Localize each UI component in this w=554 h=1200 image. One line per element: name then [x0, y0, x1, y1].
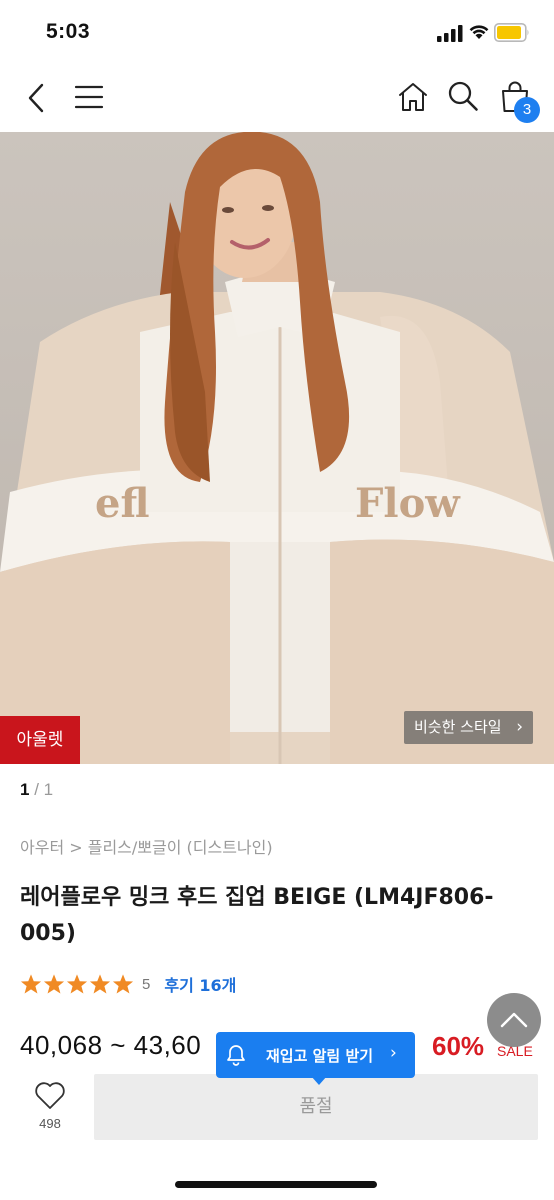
garment-print-right: Flow	[355, 480, 461, 527]
wishlist-button[interactable]: 498	[18, 1080, 82, 1140]
search-icon[interactable]	[447, 80, 479, 112]
image-pagination: 1 / 1	[20, 780, 53, 800]
top-navigation: 3	[0, 64, 554, 132]
status-time: 5:03	[46, 20, 91, 43]
signal-icon	[437, 25, 463, 42]
bottom-action-bar: 498 품절	[0, 1062, 554, 1200]
chevron-right-icon: ›	[516, 717, 523, 737]
discount-rate: 60%	[432, 1031, 485, 1061]
wifi-icon	[469, 25, 489, 39]
restock-alert-button[interactable]: 재입고 알림 받기 ›	[216, 1032, 415, 1078]
heart-icon	[35, 1082, 65, 1109]
menu-icon[interactable]	[74, 84, 104, 110]
tooltip-tail	[311, 1076, 327, 1085]
similar-style-button[interactable]: 비슷한 스타일 ›	[404, 711, 533, 744]
bell-icon	[227, 1045, 245, 1066]
restock-alert-label: 재입고 알림 받기	[266, 1047, 374, 1065]
star-icon	[66, 974, 88, 994]
cart-count-badge[interactable]: 3	[514, 97, 540, 123]
back-icon[interactable]	[26, 82, 50, 114]
wishlist-count: 498	[39, 1116, 61, 1131]
star-rating	[20, 973, 134, 995]
page-total: 1	[43, 780, 54, 799]
scroll-to-top-button[interactable]	[487, 993, 541, 1047]
home-indicator	[175, 1181, 377, 1188]
status-bar: 5:03	[0, 0, 554, 64]
battery-icon	[494, 23, 529, 42]
chevron-right-icon: ›	[390, 1043, 397, 1063]
product-photo: efl Flow	[0, 132, 554, 764]
star-icon	[43, 974, 65, 994]
similar-style-label: 비슷한 스타일	[414, 718, 502, 736]
product-title: 레어플로우 밍크 후드 집업 BEIGE (LM4JF806-005)	[20, 885, 494, 946]
page-separator: /	[34, 780, 39, 799]
page-current: 1	[20, 780, 30, 799]
star-icon	[20, 974, 42, 994]
home-icon[interactable]	[397, 81, 429, 113]
product-image[interactable]: efl Flow 아울렛 비슷한 스타일 ›	[0, 132, 554, 764]
rating-value: 5	[142, 975, 151, 993]
category-breadcrumb[interactable]: 아우터 > 플리스/뽀글이 (디스트나인)	[20, 834, 273, 858]
star-icon	[89, 974, 111, 994]
star-icon	[112, 974, 134, 994]
rating-row: 5 후기 16개	[20, 972, 236, 996]
garment-print-left: efl	[95, 480, 150, 527]
review-count-link[interactable]: 후기 16개	[164, 972, 236, 996]
outlet-badge: 아울렛	[0, 716, 80, 764]
price-range: 40,068 ~ 43,60	[20, 1030, 202, 1060]
chevron-up-icon	[500, 1012, 528, 1028]
